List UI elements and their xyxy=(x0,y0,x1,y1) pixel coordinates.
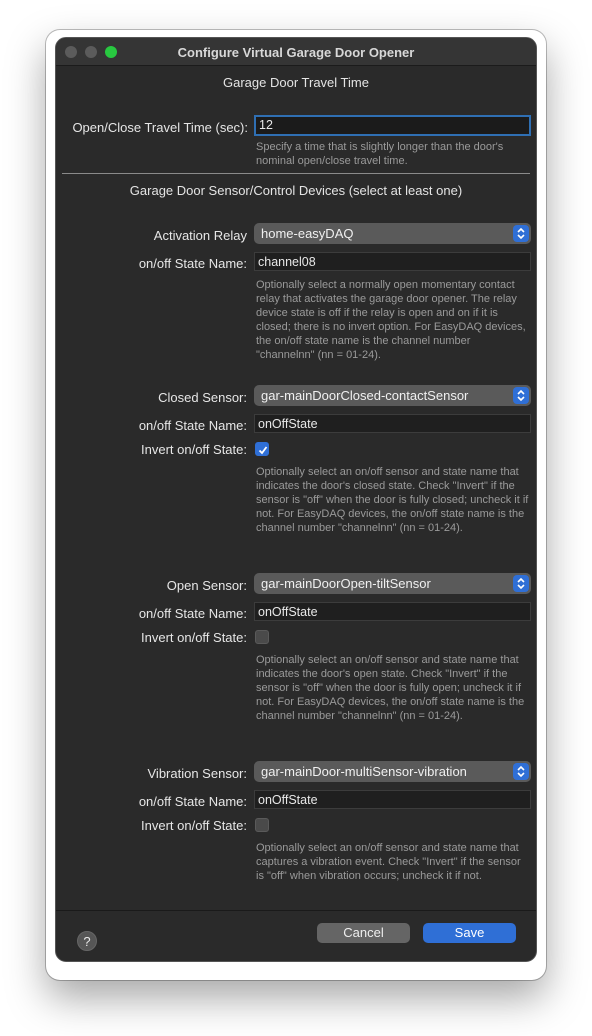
vibration-sensor-value: gar-mainDoor-multiSensor-vibration xyxy=(261,764,467,779)
closed-sensor-popup[interactable]: gar-mainDoorClosed-contactSensor xyxy=(254,385,531,406)
dialog-content: Garage Door Travel Time Open/Close Trave… xyxy=(56,66,536,961)
footer-divider xyxy=(56,910,536,911)
vibration-state-input[interactable]: onOffState xyxy=(254,790,531,809)
chevron-updown-icon xyxy=(513,763,529,780)
section-divider xyxy=(62,173,530,174)
open-sensor-popup[interactable]: gar-mainDoorOpen-tiltSensor xyxy=(254,573,531,594)
dialog-window: Configure Virtual Garage Door Opener Gar… xyxy=(55,37,537,962)
travel-time-label: Open/Close Travel Time (sec): xyxy=(72,120,248,135)
relay-device-value: home-easyDAQ xyxy=(261,226,354,241)
open-sensor-label: Open Sensor: xyxy=(166,578,247,593)
vibration-sensor-label: Vibration Sensor: xyxy=(147,766,248,781)
chevron-updown-icon xyxy=(513,387,529,404)
travel-section-title: Garage Door Travel Time xyxy=(223,75,369,90)
vibration-invert-label: Invert on/off State: xyxy=(141,818,247,833)
open-help: Optionally select an on/off sensor and s… xyxy=(256,654,525,722)
checkmark-icon xyxy=(258,446,268,455)
devices-section-title: Garage Door Sensor/Control Devices (sele… xyxy=(129,183,463,198)
chevron-updown-icon xyxy=(513,225,529,242)
open-invert-label: Invert on/off State: xyxy=(141,630,247,645)
title-bar: Configure Virtual Garage Door Opener xyxy=(56,38,536,66)
closed-help: Optionally select an on/off sensor and s… xyxy=(256,466,529,534)
help-button[interactable]: ? xyxy=(77,931,97,951)
open-invert-checkbox[interactable] xyxy=(255,630,269,644)
relay-state-input[interactable]: channel08 xyxy=(254,252,531,271)
cancel-button[interactable]: Cancel xyxy=(317,923,410,943)
vibration-sensor-popup[interactable]: gar-mainDoor-multiSensor-vibration xyxy=(254,761,531,782)
closed-invert-checkbox[interactable] xyxy=(255,442,269,456)
open-state-input[interactable]: onOffState xyxy=(254,602,531,621)
open-state-label: on/off State Name: xyxy=(138,606,247,621)
chevron-updown-icon xyxy=(513,575,529,592)
vibration-invert-checkbox[interactable] xyxy=(255,818,269,832)
closed-sensor-value: gar-mainDoorClosed-contactSensor xyxy=(261,388,469,403)
travel-time-help: Specify a time that is slightly longer t… xyxy=(256,141,504,167)
window-title: Configure Virtual Garage Door Opener xyxy=(177,45,415,60)
relay-state-label: on/off State Name: xyxy=(138,256,247,271)
closed-sensor-label: Closed Sensor: xyxy=(158,390,247,405)
vibration-state-label: on/off State Name: xyxy=(138,794,247,809)
relay-label: Activation Relay xyxy=(153,228,247,243)
open-sensor-value: gar-mainDoorOpen-tiltSensor xyxy=(261,576,431,591)
vibration-help: Optionally select an on/off sensor and s… xyxy=(256,842,521,882)
closed-state-input[interactable]: onOffState xyxy=(254,414,531,433)
closed-state-label: on/off State Name: xyxy=(138,418,247,433)
closed-invert-label: Invert on/off State: xyxy=(141,442,247,457)
travel-time-input[interactable]: 12 xyxy=(254,115,531,136)
relay-help: Optionally select a normally open moment… xyxy=(256,279,526,361)
relay-device-popup[interactable]: home-easyDAQ xyxy=(254,223,531,244)
save-button[interactable]: Save xyxy=(423,923,516,943)
